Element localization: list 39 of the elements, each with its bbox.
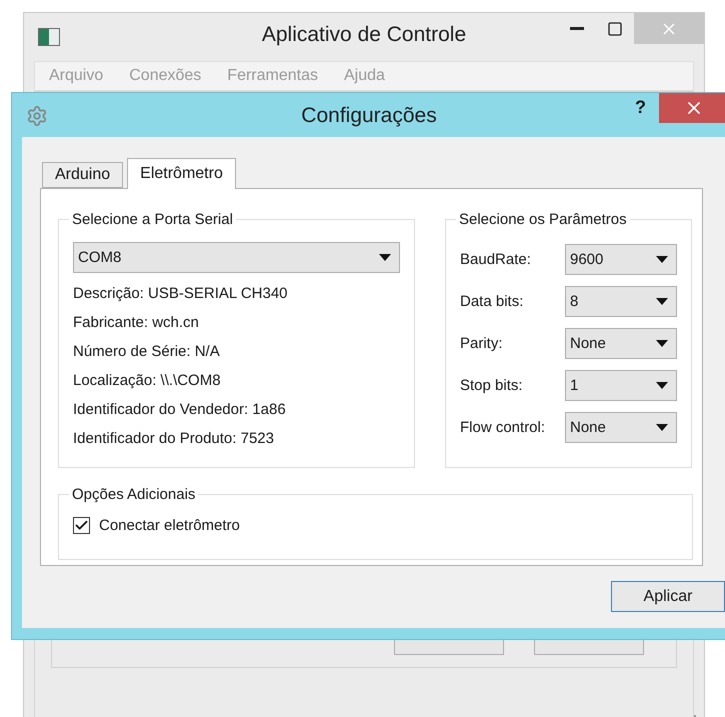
info-text: Identificador do Produto: 7523 bbox=[73, 429, 275, 449]
checkbox-label: Conectar eletrômetro bbox=[99, 517, 240, 534]
field-label: Stop bits: bbox=[460, 376, 523, 394]
info-text: Fabricante: wch.cn bbox=[73, 313, 200, 333]
caret-icon bbox=[656, 424, 668, 430]
checkbox[interactable] bbox=[73, 517, 90, 534]
caret-icon bbox=[656, 340, 668, 346]
param-dropdown[interactable]: 1 bbox=[565, 370, 677, 400]
minimize-icon bbox=[570, 27, 584, 30]
dialog-title: Configurações bbox=[301, 104, 437, 128]
caret-icon bbox=[656, 298, 668, 304]
field-label: Data bits: bbox=[460, 292, 524, 310]
apply-button[interactable]: Aplicar bbox=[611, 581, 725, 612]
param-dropdown[interactable]: None bbox=[565, 412, 677, 442]
param-dropdown[interactable]: 8 bbox=[565, 286, 677, 316]
app-icon bbox=[38, 28, 60, 46]
close-button[interactable] bbox=[659, 93, 725, 123]
field-label: BaudRate: bbox=[460, 250, 531, 268]
info-text: Descrição: USB-SERIAL CH340 bbox=[73, 284, 289, 304]
field-label: Parity: bbox=[460, 334, 503, 352]
tab[interactable]: Eletrômetro bbox=[127, 158, 236, 189]
param-dropdown[interactable]: 9600 bbox=[565, 244, 677, 274]
info-text: Localização: \\.\COM8 bbox=[73, 371, 222, 391]
info-text: Número de Série: N/A bbox=[73, 342, 221, 362]
info-text: Identificador do Vendedor: 1a86 bbox=[73, 400, 287, 420]
group-title: Selecione os Parâmetros bbox=[458, 211, 628, 228]
param-dropdown[interactable]: None bbox=[565, 328, 677, 358]
caret-icon bbox=[379, 254, 391, 261]
group-title: Opções Adicionais bbox=[71, 486, 196, 503]
port-dropdown[interactable]: COM8 bbox=[73, 242, 400, 273]
gear-icon bbox=[26, 105, 48, 127]
caret-icon bbox=[656, 256, 668, 262]
group-title: Selecione a Porta Serial bbox=[71, 211, 234, 228]
help-button[interactable]: ? bbox=[635, 97, 646, 118]
caret-icon bbox=[656, 382, 668, 388]
tab[interactable]: Arduino bbox=[42, 162, 124, 188]
field-label: Flow control: bbox=[460, 418, 546, 436]
window-title: Aplicativo de Controle bbox=[262, 23, 466, 47]
maximize-icon bbox=[607, 20, 623, 36]
